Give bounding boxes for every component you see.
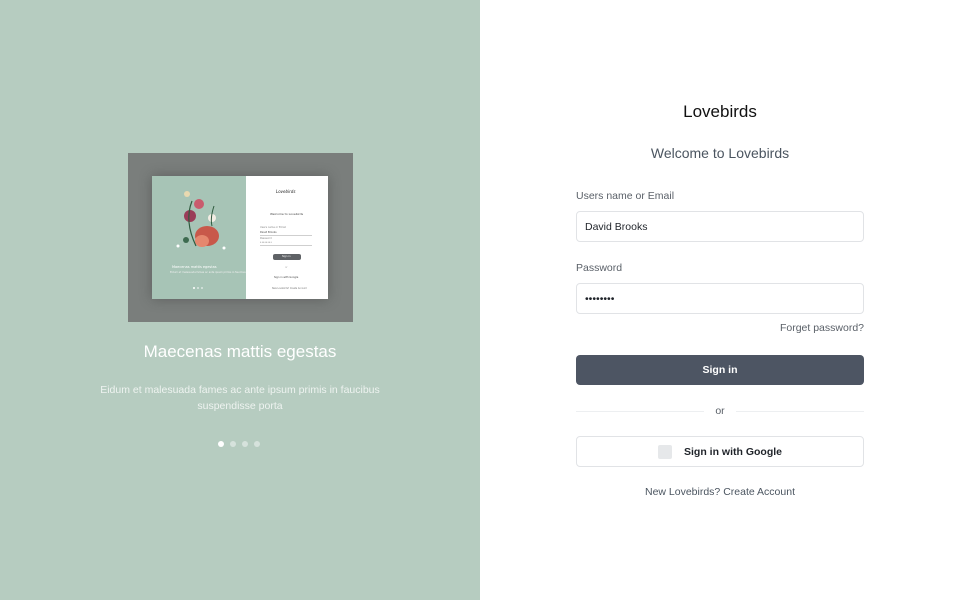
preview-username-label: Users name or Email	[260, 226, 286, 229]
preview-create: New Lovebirds? Create Account	[272, 287, 307, 290]
google-sign-in-button[interactable]: Sign in with Google	[576, 436, 864, 467]
create-account-row: New Lovebirds? Create Account	[576, 486, 864, 498]
preview-dot	[193, 287, 195, 289]
preview-image: Maecenas mattis egestas Eidum et malesua…	[128, 153, 353, 322]
preview-welcome: Welcome to Lovebirds	[270, 212, 304, 216]
preview-or: or	[285, 266, 288, 269]
preview-slide-text: Eidum et malesuada fames ac ante ipsum p…	[170, 271, 246, 274]
username-label: Users name or Email	[576, 190, 675, 202]
preview-username-value: David Brooks	[260, 231, 277, 234]
brand-title: Lovebirds	[683, 102, 757, 121]
username-input[interactable]	[576, 211, 864, 242]
slide-title: Maecenas mattis egestas	[143, 342, 337, 361]
preview-password-line	[260, 245, 312, 246]
carousel-dot-1[interactable]	[218, 441, 224, 447]
carousel-dots	[218, 441, 260, 447]
preview-left-panel: Maecenas mattis egestas Eidum et malesua…	[152, 176, 246, 299]
preview-signin-label: Sign in	[282, 255, 291, 258]
google-icon	[658, 444, 672, 459]
preview-password-label: Password	[260, 237, 272, 240]
welcome-heading: Welcome to Lovebirds	[650, 145, 790, 161]
google-sign-in-label: Sign in with Google	[684, 445, 782, 458]
preview-right-panel: Lovebirds Welcome to Lovebirds Users nam…	[246, 176, 328, 299]
preview-password-value: ••••••••	[260, 241, 272, 244]
carousel-dot-3[interactable]	[242, 441, 248, 447]
create-account-link[interactable]: Create Account	[723, 486, 795, 498]
forgot-password-link[interactable]: Forget password?	[700, 322, 864, 334]
carousel-dot-2[interactable]	[230, 441, 236, 447]
preview-dot	[197, 287, 199, 289]
preview-dot	[201, 287, 203, 289]
password-input[interactable]	[576, 283, 864, 314]
preview-username-line	[260, 235, 312, 236]
left-panel: Maecenas mattis egestas Eidum et malesua…	[0, 0, 480, 600]
preview-screen: Maecenas mattis egestas Eidum et malesua…	[152, 176, 328, 299]
preview-google-label: Sign in with Google	[274, 276, 299, 279]
preview-brand: Lovebirds	[276, 189, 296, 194]
divider-line-right	[736, 411, 864, 412]
preview-slide-title: Maecenas mattis egestas	[172, 265, 217, 269]
create-account-prefix: New Lovebirds?	[644, 486, 724, 498]
or-divider: or	[576, 405, 864, 417]
slide-description: Eidum et malesuada fames ac ante ipsum p…	[100, 384, 380, 412]
floral-illustration	[176, 191, 226, 250]
password-label: Password	[576, 262, 623, 274]
sign-in-button[interactable]: Sign in	[576, 355, 864, 385]
carousel-dot-4[interactable]	[254, 441, 260, 447]
